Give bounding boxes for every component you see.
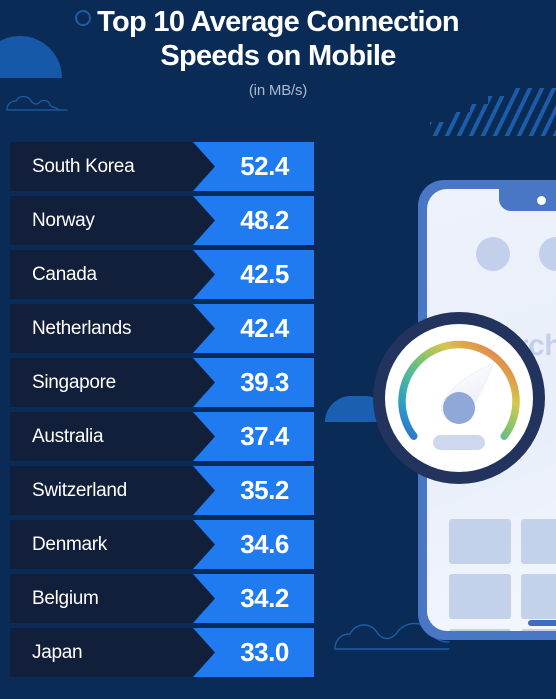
bar-country-label: Australia bbox=[32, 425, 104, 447]
phone-camera-dot bbox=[537, 196, 546, 205]
phone-content-tile bbox=[449, 519, 511, 564]
bar-value-label: 48.2 bbox=[240, 205, 289, 235]
phone-grid-row bbox=[449, 574, 556, 619]
bar-country-label: Denmark bbox=[32, 533, 107, 555]
bar-country-label: Belgium bbox=[32, 587, 99, 609]
gauge-hub bbox=[443, 392, 475, 424]
infographic-canvas: Search W bbox=[0, 0, 556, 699]
bar-row: Belgium 34.2 bbox=[10, 574, 314, 623]
bar-row: Switzerland 35.2 bbox=[10, 466, 314, 515]
bar-country-label: Canada bbox=[32, 263, 97, 285]
bar-value-label: 34.2 bbox=[240, 583, 289, 613]
bar-value-label: 33.0 bbox=[240, 637, 289, 667]
bar-chart-rows: South Korea 52.4 Norway 48.2 Canada 42.5 Nethe… bbox=[10, 142, 314, 682]
bar-value-label: 34.6 bbox=[240, 529, 289, 559]
gauge-base bbox=[433, 435, 485, 450]
bar-row: Norway 48.2 bbox=[10, 196, 314, 245]
phone-content-tile bbox=[449, 629, 511, 631]
bar-country-label: South Korea bbox=[32, 155, 135, 177]
bar-row: Japan 33.0 bbox=[10, 628, 314, 677]
bar-value-label: 35.2 bbox=[240, 475, 289, 505]
bar-country-label: Singapore bbox=[32, 371, 116, 393]
bar-country-label: Norway bbox=[32, 209, 95, 231]
bar-row: Denmark 34.6 bbox=[10, 520, 314, 569]
page-title: Top 10 Average Connection Speeds on Mobil… bbox=[0, 0, 556, 73]
bar-value-label: 52.4 bbox=[240, 151, 289, 181]
page-subtitle: (in MB/s) bbox=[248, 82, 308, 100]
bar-country-label: Netherlands bbox=[32, 317, 132, 339]
phone-content-grid bbox=[449, 519, 556, 631]
phone-app-circle bbox=[539, 237, 556, 271]
bar-row: Australia 37.4 bbox=[10, 412, 314, 461]
phone-content-tile bbox=[449, 574, 511, 619]
bar-row: Canada 42.5 bbox=[10, 250, 314, 299]
bar-value-label: 42.4 bbox=[240, 313, 289, 343]
bar-value-label: 39.3 bbox=[240, 367, 289, 397]
phone-grid-row bbox=[449, 629, 556, 631]
bar-value-label: 42.5 bbox=[240, 259, 289, 289]
bar-country-label: Japan bbox=[32, 641, 83, 663]
header: Top 10 Average Connection Speeds on Mobil… bbox=[0, 0, 556, 99]
phone-home-indicator bbox=[528, 620, 556, 626]
bar-row: Netherlands 42.4 bbox=[10, 304, 314, 353]
bar-row: Singapore 39.3 bbox=[10, 358, 314, 407]
phone-grid-row bbox=[449, 519, 556, 564]
bar-value-label: 37.4 bbox=[240, 421, 289, 451]
bar-row: South Korea 52.4 bbox=[10, 142, 314, 191]
bar-country-label: Switzerland bbox=[32, 479, 127, 501]
phone-notch bbox=[499, 189, 556, 211]
speedometer-icon bbox=[373, 312, 545, 484]
phone-content-tile bbox=[521, 629, 556, 631]
page-title-line-1: Top 10 Average Connection bbox=[97, 6, 459, 38]
phone-content-tile bbox=[521, 519, 556, 564]
phone-app-circle bbox=[476, 237, 510, 271]
phone-content-tile bbox=[521, 574, 556, 619]
page-title-line-2: Speeds on Mobile bbox=[160, 39, 396, 72]
